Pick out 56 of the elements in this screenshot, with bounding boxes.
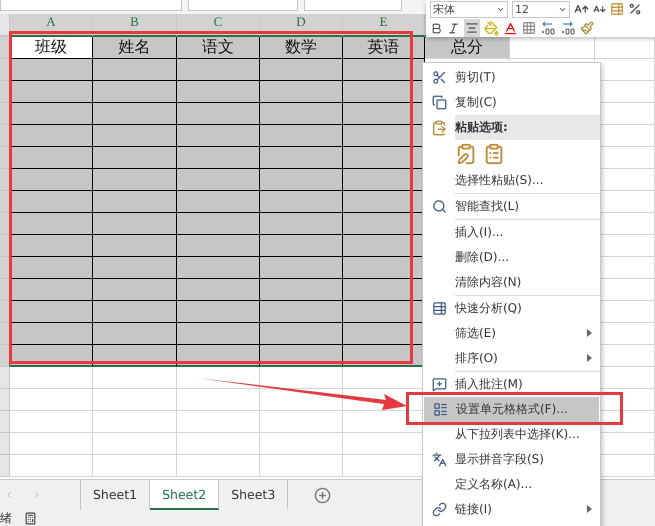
bold-icon[interactable] xyxy=(430,22,443,34)
copy-icon xyxy=(432,95,446,110)
calculator-icon xyxy=(24,512,37,524)
decrease-decimal-icon[interactable] xyxy=(560,21,576,35)
table-cell: 姓名 xyxy=(93,36,177,59)
menu-item[interactable]: 插入批注(M) xyxy=(423,371,600,397)
link-icon xyxy=(432,502,446,517)
table-cell: 数学 xyxy=(260,36,343,59)
status-text: 绪 xyxy=(0,510,12,526)
fill-color-icon[interactable] xyxy=(484,20,499,36)
select-all-corner[interactable] xyxy=(0,14,10,37)
menu-item[interactable]: 显示拼音字段(S) xyxy=(423,447,600,472)
increase-decimal-icon[interactable] xyxy=(540,21,556,35)
table-cell: 总分 xyxy=(425,36,510,59)
toolbar-field[interactable] xyxy=(304,0,402,11)
menu-item[interactable]: 排序(O) xyxy=(423,346,600,371)
format-painter-icon[interactable] xyxy=(580,21,594,35)
paste-formatting-icon[interactable] xyxy=(455,143,477,165)
menu-item[interactable]: 剪切(T) xyxy=(423,65,600,90)
submenu-arrow-icon xyxy=(587,354,592,362)
table-cell: 英语 xyxy=(343,36,425,59)
font-field[interactable]: 宋体 xyxy=(430,0,508,18)
percent-icon[interactable] xyxy=(628,2,642,16)
name-box[interactable] xyxy=(0,0,182,11)
toolbar-field[interactable] xyxy=(188,0,298,11)
paste-options-heading: 粘贴选项: xyxy=(455,115,600,140)
font-size-field[interactable]: 12 xyxy=(512,0,570,18)
clipboard-icon xyxy=(431,120,447,136)
italic-icon[interactable] xyxy=(447,22,460,34)
menu-item[interactable]: 清除内容(N) xyxy=(423,270,600,295)
menu-item[interactable]: 智能查找(L) xyxy=(423,193,600,219)
search-icon xyxy=(432,199,446,214)
menu-item[interactable]: 选择性粘贴(S)... xyxy=(423,168,600,193)
menu-item[interactable]: 快速分析(Q) xyxy=(423,295,600,321)
table-icon xyxy=(432,301,446,316)
submenu-arrow-icon xyxy=(587,505,592,513)
submenu-arrow-icon xyxy=(587,329,592,337)
sheet-tab[interactable]: Sheet2 xyxy=(150,480,220,510)
menu-item[interactable]: 复制(C) xyxy=(423,90,600,115)
align-center-button[interactable] xyxy=(464,19,480,37)
borders-icon[interactable] xyxy=(522,21,536,35)
menu-item[interactable]: 删除(D)... xyxy=(423,245,600,270)
table-cell: 语文 xyxy=(177,36,260,59)
languages-icon xyxy=(432,452,446,467)
comment-plus-icon xyxy=(432,377,446,392)
list-icon xyxy=(432,402,448,417)
menu-item[interactable]: 设置单元格格式(F)... xyxy=(424,397,599,422)
menu-item[interactable]: 插入(I)... xyxy=(423,219,600,245)
font-color-icon[interactable] xyxy=(503,20,518,36)
paste-values-icon[interactable] xyxy=(483,143,505,165)
scissors-icon xyxy=(432,70,446,85)
menu-item[interactable]: 定义名称(A)... xyxy=(423,472,600,497)
menu-item[interactable]: 链接(I) xyxy=(423,497,600,522)
menu-item[interactable]: 筛选(E) xyxy=(423,321,600,346)
table-cell: 班级 xyxy=(10,36,93,59)
menu-item[interactable]: 从下拉列表中选择(K)... xyxy=(423,422,600,447)
